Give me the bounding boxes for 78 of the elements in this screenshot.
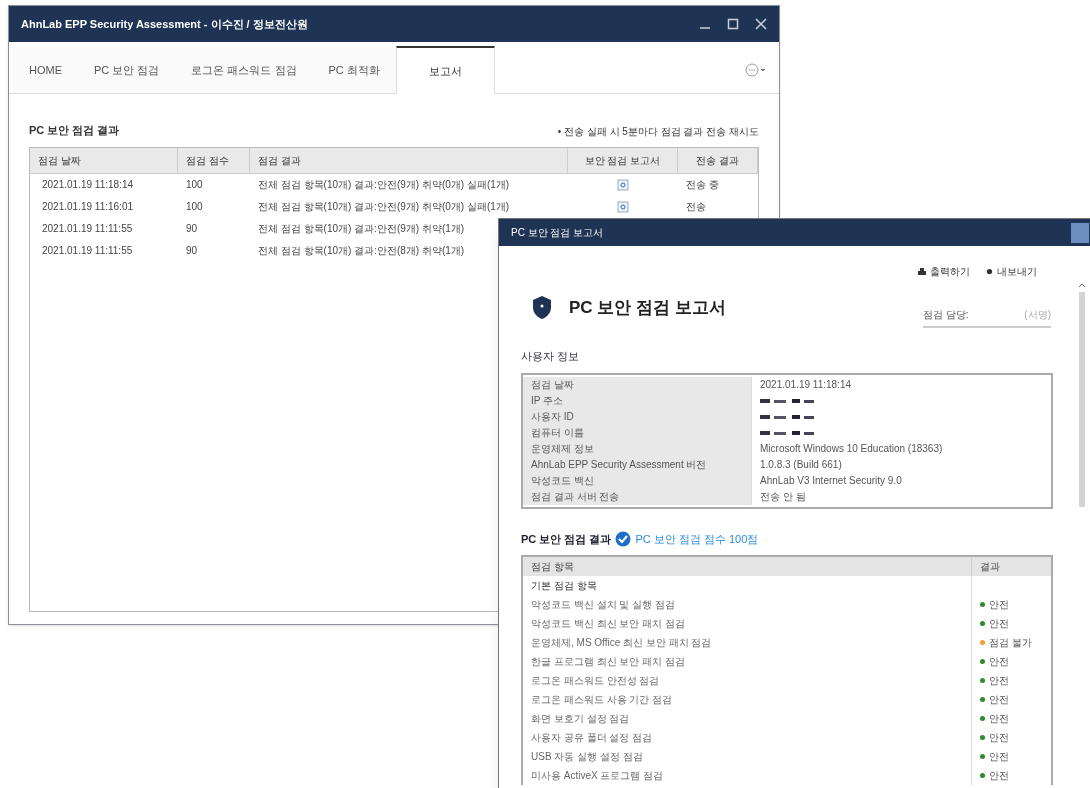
- table-cell-text: 2021.01.19 11:11:55: [41, 244, 134, 258]
- inspector-field[interactable]: 점검 담당: (서명): [923, 307, 1051, 328]
- check-item: 악성코드 백신 설치 및 실행 점검: [530, 598, 676, 612]
- retry-note: • 전송 실패 시 5분마다 점검 결과 전송 재시도: [557, 124, 759, 139]
- printer-icon: [918, 267, 926, 276]
- transfer-status: 전송: [686, 201, 706, 212]
- print-link[interactable]: 출력하기: [918, 264, 970, 279]
- table-cell-text: 전체 점검 항목(10개) 결과:안전(9개) 취약(0개) 실패(1개): [258, 178, 510, 192]
- column-header: 결과: [971, 557, 1051, 576]
- report-view-icon[interactable]: [617, 200, 629, 213]
- check-result: 안전: [989, 769, 1009, 783]
- info-value: AhnLab V3 Internet Security 9.0: [760, 474, 902, 488]
- check-result: 안전: [989, 674, 1009, 688]
- check-badge-icon: [615, 530, 632, 547]
- table-cell-text: 90: [185, 244, 199, 258]
- tab[interactable]: PC 보안 점검: [78, 47, 176, 93]
- category-label: 기본 점검 항목: [530, 579, 598, 593]
- report-heading: PC 보안 점검 보고서: [569, 296, 726, 319]
- tab[interactable]: 로그온 패스워드 점검: [175, 47, 313, 93]
- check-result: 안전: [989, 750, 1009, 764]
- info-value: 2021.01.19 11:18:14: [760, 378, 851, 392]
- section-title: PC 보안 점검 결과: [29, 123, 120, 138]
- table-cell-text: 전체 점검 항목(10개) 결과:안전(8개) 취약(1개): [258, 244, 465, 258]
- window-title: PC 보안 점검 보고서: [511, 226, 604, 240]
- check-result: 점검 불가: [989, 636, 1032, 650]
- report-view-icon[interactable]: [617, 178, 629, 191]
- table-cell-text: 전체 점검 항목(10개) 결과:안전(9개) 취약(1개): [258, 222, 465, 236]
- scrollbar-thumb[interactable]: [1079, 292, 1085, 507]
- info-value: 전송 안 됨: [760, 490, 806, 504]
- column-header: 점검 날짜: [30, 147, 178, 173]
- table-cell-text: 2021.01.19 11:18:14: [41, 178, 134, 192]
- export-link[interactable]: 내보내기: [986, 264, 1037, 279]
- table-cell-text: 100: [185, 178, 204, 192]
- transfer-status: 전송 중: [686, 179, 719, 190]
- table-cell-text: 전체 점검 항목(10개) 결과:안전(9개) 취약(0개) 실패(1개): [258, 200, 510, 214]
- check-result: 안전: [989, 598, 1009, 612]
- more-menu-icon[interactable]: [745, 63, 767, 77]
- check-result: 안전: [989, 712, 1009, 726]
- shield-icon: [531, 295, 553, 320]
- table-cell-text: 90: [185, 222, 199, 236]
- check-item: 로그온 패스워드 안전성 점검: [530, 674, 661, 688]
- check-item: 사용자 공유 폴더 설정 점검: [530, 731, 654, 745]
- check-item: 화면 보호기 설정 점검: [530, 712, 631, 726]
- check-item: 악성코드 백신 최신 보안 패치 점검: [530, 617, 686, 631]
- check-item: 운영체제, MS Office 최신 보안 패치 점검: [530, 636, 713, 650]
- column-header: 보안 점검 보고서: [568, 147, 678, 173]
- close-icon[interactable]: [755, 18, 767, 30]
- column-header: 점검 결과: [250, 147, 568, 173]
- check-result: 안전: [989, 655, 1009, 669]
- column-header: 점검 점수: [178, 147, 250, 173]
- column-header: 점검 항목: [530, 560, 575, 574]
- close-button[interactable]: [1071, 222, 1089, 243]
- section-title: PC 보안 점검 결과: [521, 531, 612, 547]
- tab[interactable]: 보고서: [395, 46, 495, 94]
- check-result: 안전: [989, 617, 1009, 631]
- check-item: 한글 프로그램 최신 보안 패치 점검: [530, 655, 686, 669]
- tab[interactable]: HOME: [13, 47, 78, 93]
- score-text: PC 보안 점검 점수 100점: [635, 531, 759, 547]
- check-item: 로그온 패스워드 사용 기간 점검: [530, 693, 674, 707]
- check-item: 미사용 ActiveX 프로그램 점검: [530, 769, 665, 783]
- check-result: 안전: [989, 693, 1009, 707]
- maximize-icon[interactable]: [727, 18, 739, 30]
- scroll-up-icon[interactable]: [1078, 282, 1086, 288]
- info-label: 점검 날짜: [523, 376, 751, 393]
- tab[interactable]: PC 최적화: [312, 47, 396, 93]
- table-cell-text: 2021.01.19 11:11:55: [41, 222, 134, 236]
- window-title: AhnLab EPP Security Assessment - 이수진 / 정보전산원: [21, 16, 308, 32]
- info-value: Microsoft Windows 10 Education (18363): [760, 442, 943, 456]
- column-header: 전송 결과: [678, 147, 758, 173]
- table-cell-text: 100: [185, 200, 204, 214]
- check-result: 안전: [989, 731, 1009, 745]
- inspector-label: 점검 담당:: [923, 308, 969, 322]
- info-value: 1.0.8.3 (Build 661): [760, 458, 842, 472]
- export-icon: [986, 268, 993, 275]
- check-item: USB 자동 실행 설정 점검: [530, 750, 644, 764]
- signature-placeholder: (서명): [1024, 308, 1051, 322]
- section-title: 사용자 정보: [521, 349, 581, 364]
- table-cell-text: 2021.01.19 11:16:01: [41, 200, 134, 214]
